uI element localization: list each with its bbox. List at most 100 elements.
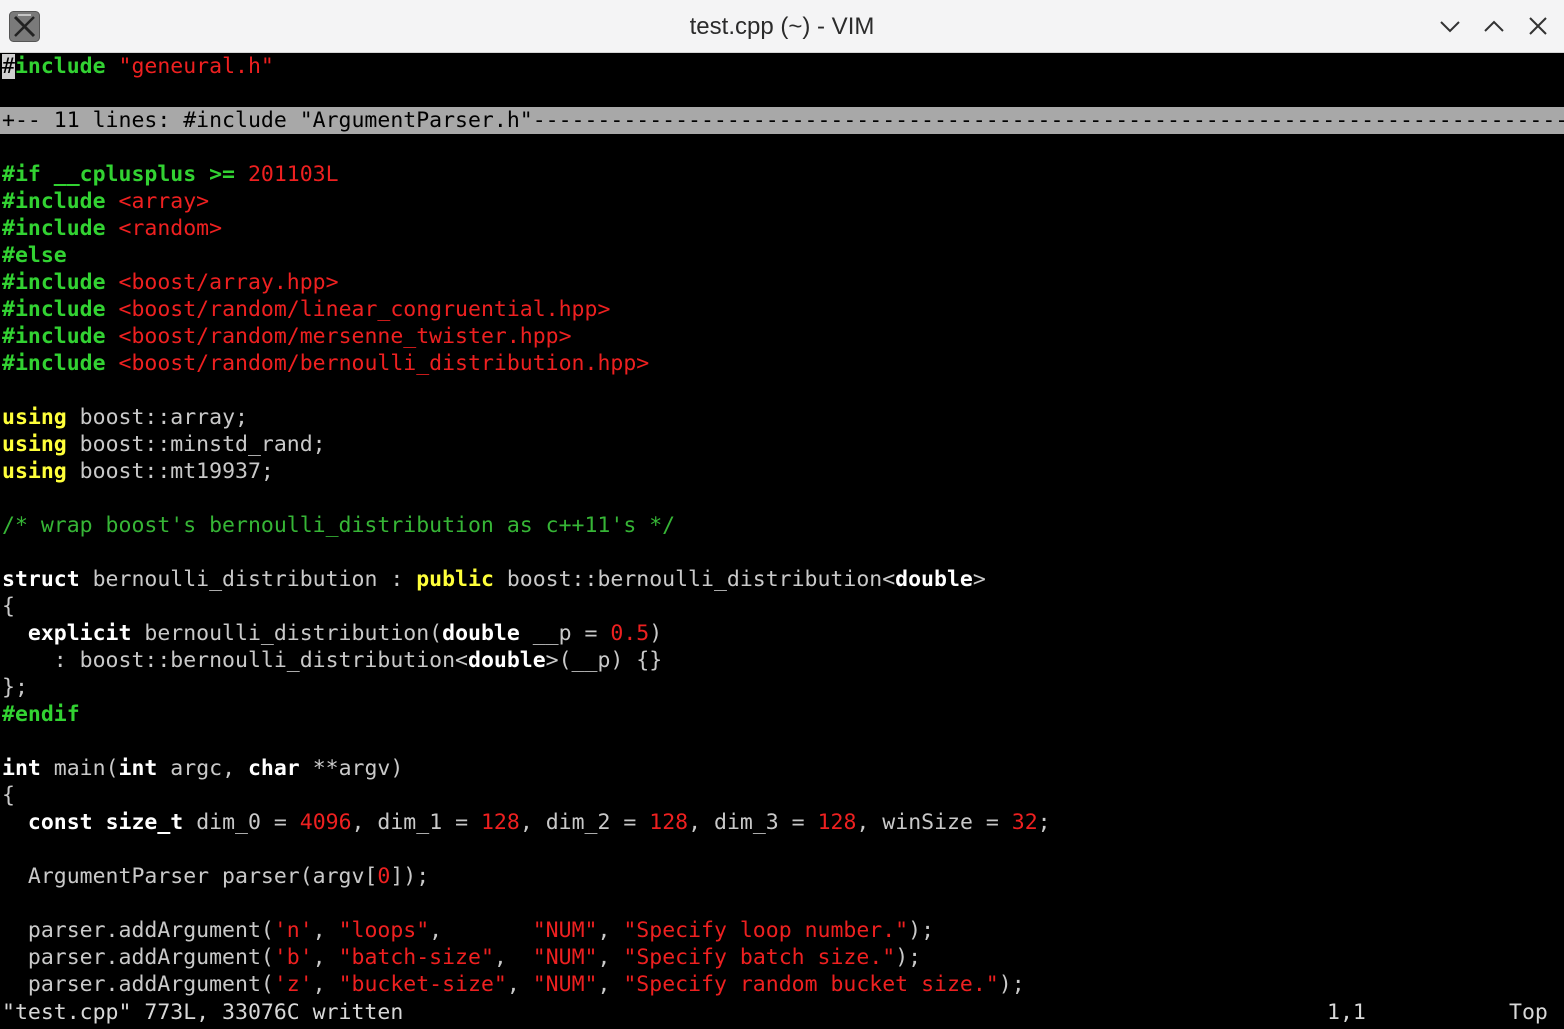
code-token: **argv) xyxy=(299,756,404,781)
code-token: char xyxy=(247,756,300,781)
code-line: using boost::array; xyxy=(0,404,1564,431)
code-token: main( xyxy=(40,756,119,781)
code-token: boost::minstd_rand; xyxy=(66,432,326,457)
code-token: #if __cplusplus >= xyxy=(2,162,235,187)
code-token: struct xyxy=(2,567,80,592)
window-title: test.cpp (~) - VIM xyxy=(689,13,875,40)
code-line: #else xyxy=(0,242,1564,269)
maximize-icon[interactable] xyxy=(1480,12,1508,40)
code-line: struct bernoulli_distribution : public b… xyxy=(0,566,1564,593)
code-token: , xyxy=(597,918,624,943)
code-token: bernoulli_distribution : xyxy=(79,567,417,592)
code-token: "NUM" xyxy=(532,945,598,970)
code-token: "loops" xyxy=(338,918,430,943)
code-line: }; xyxy=(0,674,1564,701)
code-token: bernoulli_distribution( xyxy=(131,621,443,646)
code-line: /* wrap boost's bernoulli_distribution a… xyxy=(0,512,1564,539)
code-token: , xyxy=(429,918,533,943)
code-token: <boost/random/bernoulli_distribution.hpp… xyxy=(118,351,650,376)
code-line: explicit bernoulli_distribution(double _… xyxy=(0,620,1564,647)
code-token: >(__p) {} xyxy=(545,648,663,673)
code-token: , xyxy=(597,972,624,997)
code-token: #include xyxy=(2,324,106,349)
code-token: #include xyxy=(2,270,106,295)
command-line[interactable]: "test.cpp" 773L, 33076C written 1,1 Top xyxy=(0,999,1564,1029)
scroll-indicator: Top xyxy=(1509,1000,1548,1025)
title-bar: test.cpp (~) - VIM xyxy=(0,0,1564,53)
code-line: parser.addArgument('n', "loops", "NUM", … xyxy=(0,917,1564,944)
code-line: parser.addArgument('z', "bucket-size", "… xyxy=(0,971,1564,998)
code-token: : boost::bernoulli_distribution< xyxy=(2,648,468,673)
code-token: 128 xyxy=(817,810,857,835)
code-token: ); xyxy=(908,918,935,943)
code-token: +-- 11 lines: #include "ArgumentParser.h… xyxy=(2,108,1564,133)
code-line: const size_t dim_0 = 4096, dim_1 = 128, … xyxy=(0,809,1564,836)
code-token: , xyxy=(493,945,533,970)
code-token: <boost/random/linear_congruential.hpp> xyxy=(118,297,611,322)
code-line: #if __cplusplus >= 201103L xyxy=(0,161,1564,188)
code-token: "Specify random bucket size." xyxy=(623,972,999,997)
code-token: , xyxy=(312,945,339,970)
code-token: 4096 xyxy=(299,810,352,835)
code-line: { xyxy=(0,782,1564,809)
code-token: "Specify loop number." xyxy=(623,918,909,943)
code-token: > xyxy=(972,567,986,592)
code-line: using boost::minstd_rand; xyxy=(0,431,1564,458)
code-token: , dim_2 = xyxy=(519,810,650,835)
code-token: include xyxy=(14,54,106,79)
code-token: size_t xyxy=(105,810,184,835)
code-token: 'z' xyxy=(273,972,313,997)
code-line: #include "geneural.h" xyxy=(0,53,1564,80)
code-token: parser.addArgument( xyxy=(2,918,274,943)
code-token: "batch-size" xyxy=(338,945,494,970)
code-token: __p = xyxy=(519,621,611,646)
code-token: /* wrap boost's bernoulli_distribution a… xyxy=(2,513,676,538)
code-token: boost::mt19937; xyxy=(66,459,274,484)
code-token: { xyxy=(2,783,15,808)
code-token: #endif xyxy=(2,702,80,727)
code-token: #include xyxy=(2,189,106,214)
code-token: double xyxy=(468,648,546,673)
code-token: double xyxy=(442,621,520,646)
code-line: ArgumentParser parser(argv[0]); xyxy=(0,863,1564,890)
code-token: , winSize = xyxy=(856,810,1012,835)
code-line: int main(int argc, char **argv) xyxy=(0,755,1564,782)
text-cursor: # xyxy=(2,54,15,79)
code-token: <array> xyxy=(118,189,210,214)
code-line: { xyxy=(0,593,1564,620)
code-token: ArgumentParser parser(argv[ xyxy=(2,864,378,889)
minimize-icon[interactable] xyxy=(1436,12,1464,40)
code-token: "geneural.h" xyxy=(118,54,274,79)
code-token: , xyxy=(312,918,339,943)
code-token: #include xyxy=(2,297,106,322)
code-token: ) xyxy=(649,621,663,646)
code-token: boost::array; xyxy=(66,405,248,430)
fold-line[interactable]: +-- 11 lines: #include "ArgumentParser.h… xyxy=(0,107,1564,134)
code-token: "Specify batch size." xyxy=(623,945,896,970)
code-token: using xyxy=(2,459,67,484)
code-token: , dim_3 = xyxy=(688,810,818,835)
close-icon[interactable] xyxy=(1524,12,1552,40)
code-line: #include <array> xyxy=(0,188,1564,215)
cursor-position: 1,1 xyxy=(1327,1000,1366,1025)
code-line: #include <random> xyxy=(0,215,1564,242)
code-token: }; xyxy=(2,675,28,700)
editor-buffer[interactable]: #include "geneural.h" +-- 11 lines: #inc… xyxy=(0,53,1564,999)
status-message: "test.cpp" 773L, 33076C written xyxy=(2,1000,404,1025)
code-token: , dim_1 = xyxy=(351,810,481,835)
code-line: #include <boost/random/bernoulli_distrib… xyxy=(0,350,1564,377)
code-token: public xyxy=(416,567,494,592)
